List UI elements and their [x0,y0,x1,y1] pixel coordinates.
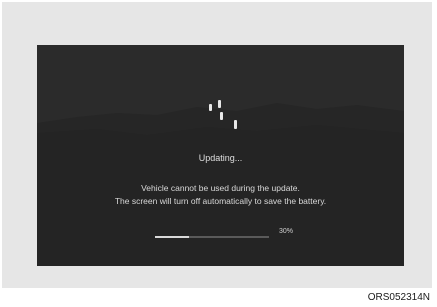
progress-bar [155,236,269,238]
progress-percent-label: 30% [279,228,294,235]
status-text: Updating... [198,153,243,163]
loading-spinner-icon [209,100,243,132]
warning-message-line-1: Vehicle cannot be used during the update… [141,183,300,193]
progress-fill [155,236,190,238]
update-screen: Updating... Vehicle cannot be used durin… [37,45,404,266]
figure-frame: Updating... Vehicle cannot be used durin… [2,2,432,288]
warning-message-line-2: The screen will turn off automatically t… [114,196,327,206]
figure-code: ORS052314N [367,292,430,303]
